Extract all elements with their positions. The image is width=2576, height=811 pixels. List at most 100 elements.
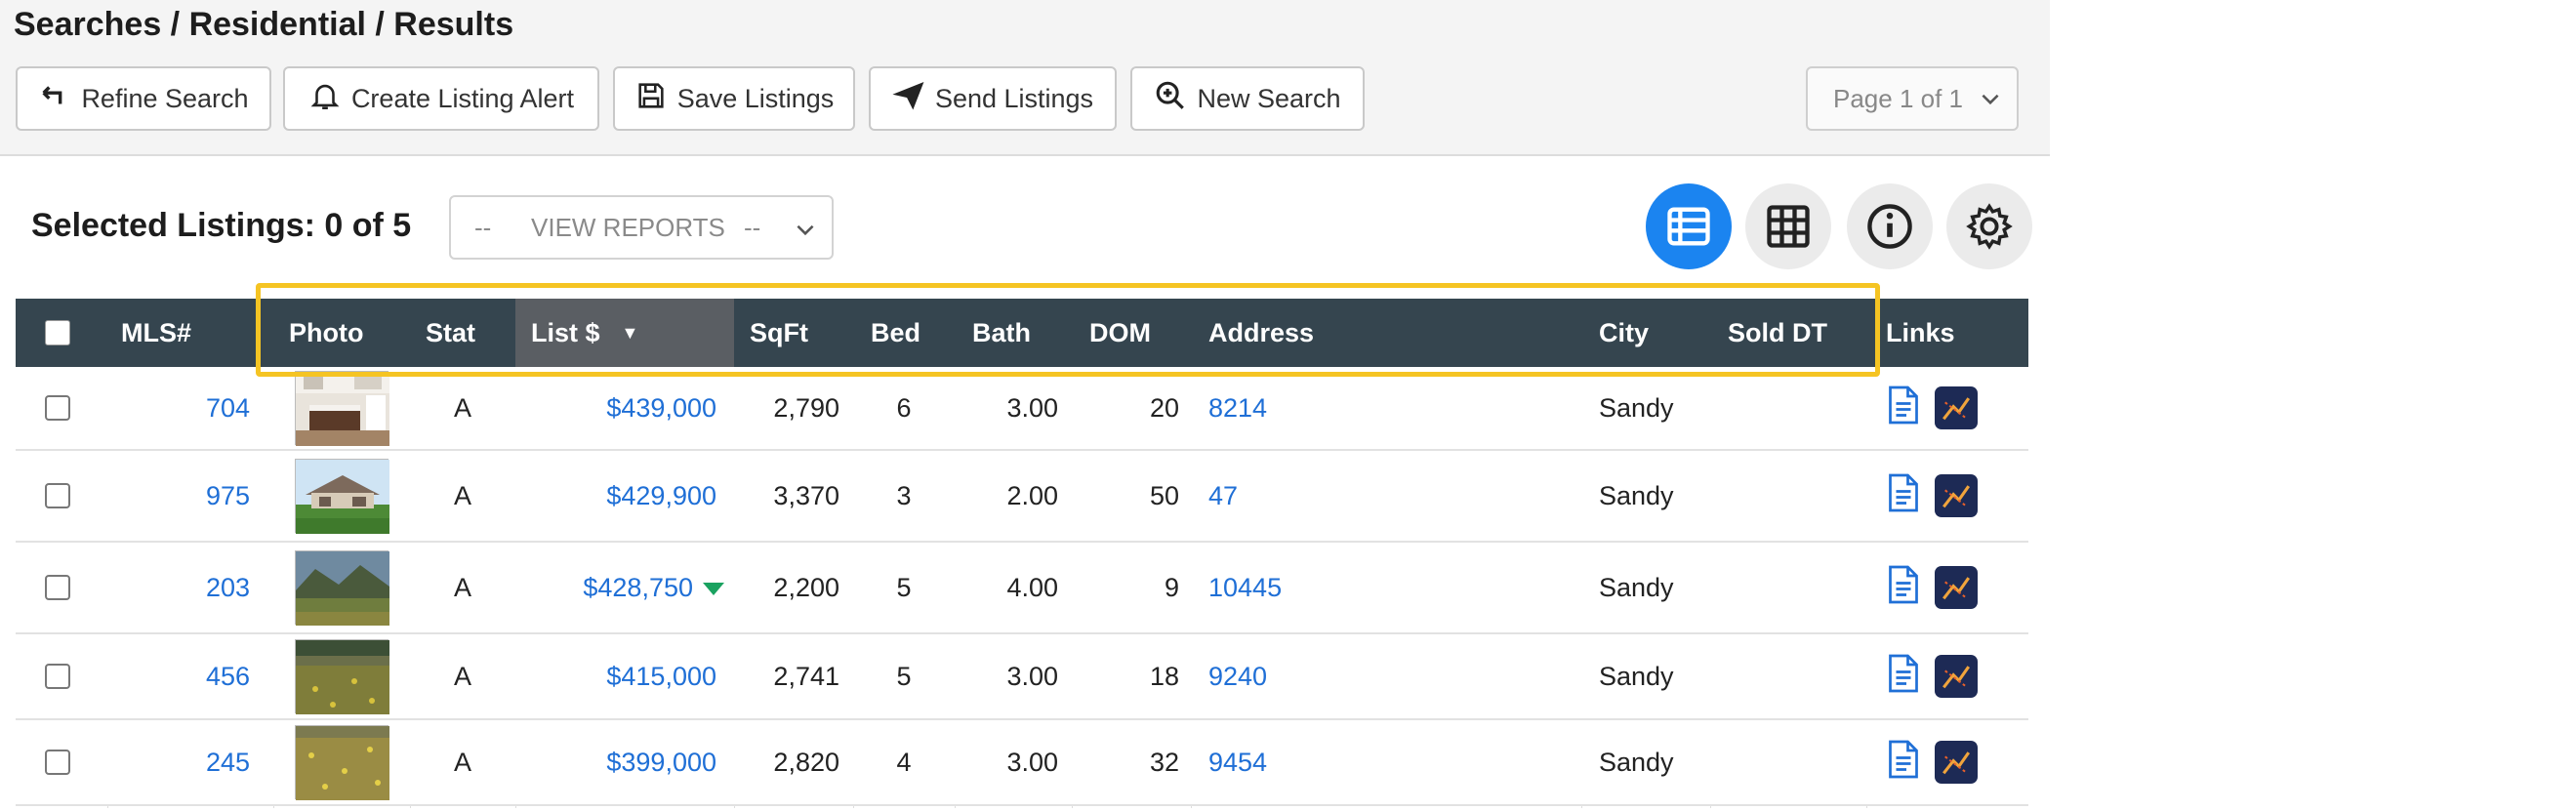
row-checkbox-cell[interactable] bbox=[45, 367, 84, 449]
listing-photo-cell[interactable] bbox=[273, 634, 410, 718]
list-price-cell[interactable]: $399,000 bbox=[515, 720, 734, 804]
select-all-checkbox[interactable] bbox=[45, 320, 70, 345]
new-search-label: New Search bbox=[1197, 83, 1341, 113]
mls-number-link[interactable]: 203 bbox=[107, 543, 250, 632]
comparables-chart-icon[interactable] bbox=[1935, 474, 1978, 517]
mls-number-link[interactable]: 456 bbox=[107, 634, 250, 718]
row-checkbox[interactable] bbox=[45, 395, 70, 421]
list-view-button[interactable] bbox=[1646, 183, 1732, 269]
listing-photo[interactable] bbox=[295, 725, 389, 800]
view-reports-select[interactable]: -- VIEW REPORTS -- bbox=[449, 195, 834, 260]
comparables-chart-icon[interactable] bbox=[1935, 655, 1978, 698]
status-cell: A bbox=[453, 661, 471, 691]
info-button[interactable] bbox=[1847, 183, 1933, 269]
listing-photo-cell[interactable] bbox=[273, 451, 410, 541]
column-header-sold-dt[interactable]: Sold DT bbox=[1728, 299, 1827, 367]
table-row[interactable]: 704 A $439,000 2,790 6 3.00 20 8214 Sandy bbox=[16, 367, 2028, 451]
document-icon[interactable] bbox=[1886, 739, 1921, 787]
create-listing-alert-button[interactable]: Create Listing Alert bbox=[283, 66, 599, 131]
column-header-dom[interactable]: DOM bbox=[1089, 299, 1151, 367]
sold-date-cell bbox=[1728, 367, 1864, 449]
document-icon[interactable] bbox=[1886, 564, 1921, 612]
row-checkbox-cell[interactable] bbox=[45, 720, 84, 804]
comparables-chart-icon[interactable] bbox=[1935, 386, 1978, 429]
list-price-cell[interactable]: $429,900 bbox=[515, 451, 734, 541]
row-checkbox-cell[interactable] bbox=[45, 543, 84, 632]
bath-cell: 3.00 bbox=[1006, 661, 1058, 691]
table-row[interactable]: 245 A $399,000 2,820 4 3.00 32 9454 Sandy bbox=[16, 720, 2028, 806]
column-header-address[interactable]: Address bbox=[1208, 299, 1314, 367]
mls-number-link[interactable]: 975 bbox=[107, 451, 250, 541]
links-cell bbox=[1886, 720, 2023, 804]
list-price-link[interactable]: $428,750 bbox=[583, 573, 693, 603]
listing-photo[interactable] bbox=[295, 459, 389, 534]
address-link[interactable]: 47 bbox=[1208, 451, 1579, 541]
new-search-button[interactable]: New Search bbox=[1130, 66, 1365, 131]
address-link[interactable]: 9454 bbox=[1208, 720, 1579, 804]
address-link[interactable]: 9240 bbox=[1208, 634, 1579, 718]
listing-photo[interactable] bbox=[295, 371, 389, 446]
column-header-list-price[interactable]: List $ ▼ bbox=[515, 299, 734, 367]
sqft-cell: 2,741 bbox=[773, 661, 839, 691]
refine-search-button[interactable]: Refine Search bbox=[16, 66, 271, 131]
document-icon[interactable] bbox=[1886, 653, 1921, 701]
column-header-mls[interactable]: MLS# bbox=[121, 299, 191, 367]
row-checkbox-cell[interactable] bbox=[45, 451, 84, 541]
listing-photo-cell[interactable] bbox=[273, 367, 410, 449]
page-select[interactable]: Page 1 of 1 bbox=[1806, 66, 2019, 131]
list-price-link[interactable]: $429,900 bbox=[606, 481, 716, 511]
list-price-link[interactable]: $439,000 bbox=[606, 393, 716, 424]
breadcrumb: Searches / Residential / Results bbox=[14, 6, 514, 43]
zoom-in-icon bbox=[1154, 79, 1187, 119]
column-header-photo[interactable]: Photo bbox=[289, 299, 363, 367]
status-cell: A bbox=[453, 572, 471, 602]
table-row[interactable]: 203 A $428,750 2,200 5 4.00 9 10445 Sandy bbox=[16, 543, 2028, 634]
bed-cell: 5 bbox=[896, 661, 912, 691]
document-icon[interactable] bbox=[1886, 385, 1921, 432]
settings-button[interactable] bbox=[1946, 183, 2032, 269]
price-drop-icon bbox=[703, 573, 724, 603]
comparables-chart-icon[interactable] bbox=[1935, 741, 1978, 784]
selected-listings-count: Selected Listings: 0 of 5 bbox=[31, 207, 412, 244]
dom-cell: 20 bbox=[1149, 392, 1179, 423]
row-checkbox-cell[interactable] bbox=[45, 634, 84, 718]
send-listings-button[interactable]: Send Listings bbox=[869, 66, 1117, 131]
bath-cell: 2.00 bbox=[1006, 480, 1058, 510]
links-cell bbox=[1886, 543, 2023, 632]
address-link[interactable]: 8214 bbox=[1208, 367, 1579, 449]
sqft-cell: 3,370 bbox=[773, 480, 839, 510]
listing-photo[interactable] bbox=[295, 550, 389, 626]
column-header-bath[interactable]: Bath bbox=[972, 299, 1031, 367]
table-row[interactable]: 975 A $429,900 3,370 3 2.00 50 47 Sandy bbox=[16, 451, 2028, 543]
app-root: Searches / Residential / Results Refine … bbox=[0, 0, 2576, 811]
row-checkbox[interactable] bbox=[45, 664, 70, 689]
listing-photo-cell[interactable] bbox=[273, 720, 410, 804]
mls-number-link[interactable]: 704 bbox=[107, 367, 250, 449]
mls-number-link[interactable]: 245 bbox=[107, 720, 250, 804]
list-price-link[interactable]: $399,000 bbox=[606, 748, 716, 778]
comparables-chart-icon[interactable] bbox=[1935, 566, 1978, 609]
row-checkbox[interactable] bbox=[45, 483, 70, 508]
column-header-bed[interactable]: Bed bbox=[871, 299, 920, 367]
listing-photo[interactable] bbox=[295, 639, 389, 714]
list-price-cell[interactable]: $415,000 bbox=[515, 634, 734, 718]
table-row[interactable]: 456 A $415,000 2,741 5 3.00 18 9240 Sandy bbox=[16, 634, 2028, 720]
city-cell: Sandy bbox=[1599, 661, 1674, 691]
row-checkbox[interactable] bbox=[45, 575, 70, 600]
list-price-link[interactable]: $415,000 bbox=[606, 662, 716, 692]
address-link[interactable]: 10445 bbox=[1208, 543, 1579, 632]
save-listings-label: Save Listings bbox=[676, 83, 835, 113]
sold-date-cell bbox=[1728, 720, 1864, 804]
list-price-cell[interactable]: $428,750 bbox=[515, 543, 734, 632]
top-toolbar-band: Searches / Residential / Results Refine … bbox=[0, 0, 2050, 156]
bath-cell: 3.00 bbox=[1006, 747, 1058, 777]
list-price-cell[interactable]: $439,000 bbox=[515, 367, 734, 449]
document-icon[interactable] bbox=[1886, 472, 1921, 520]
column-header-sqft[interactable]: SqFt bbox=[750, 299, 808, 367]
column-header-stat[interactable]: Stat bbox=[426, 299, 475, 367]
grid-view-button[interactable] bbox=[1745, 183, 1831, 269]
row-checkbox[interactable] bbox=[45, 750, 70, 775]
save-listings-button[interactable]: Save Listings bbox=[613, 66, 855, 131]
listing-photo-cell[interactable] bbox=[273, 543, 410, 632]
column-header-city[interactable]: City bbox=[1599, 299, 1649, 367]
